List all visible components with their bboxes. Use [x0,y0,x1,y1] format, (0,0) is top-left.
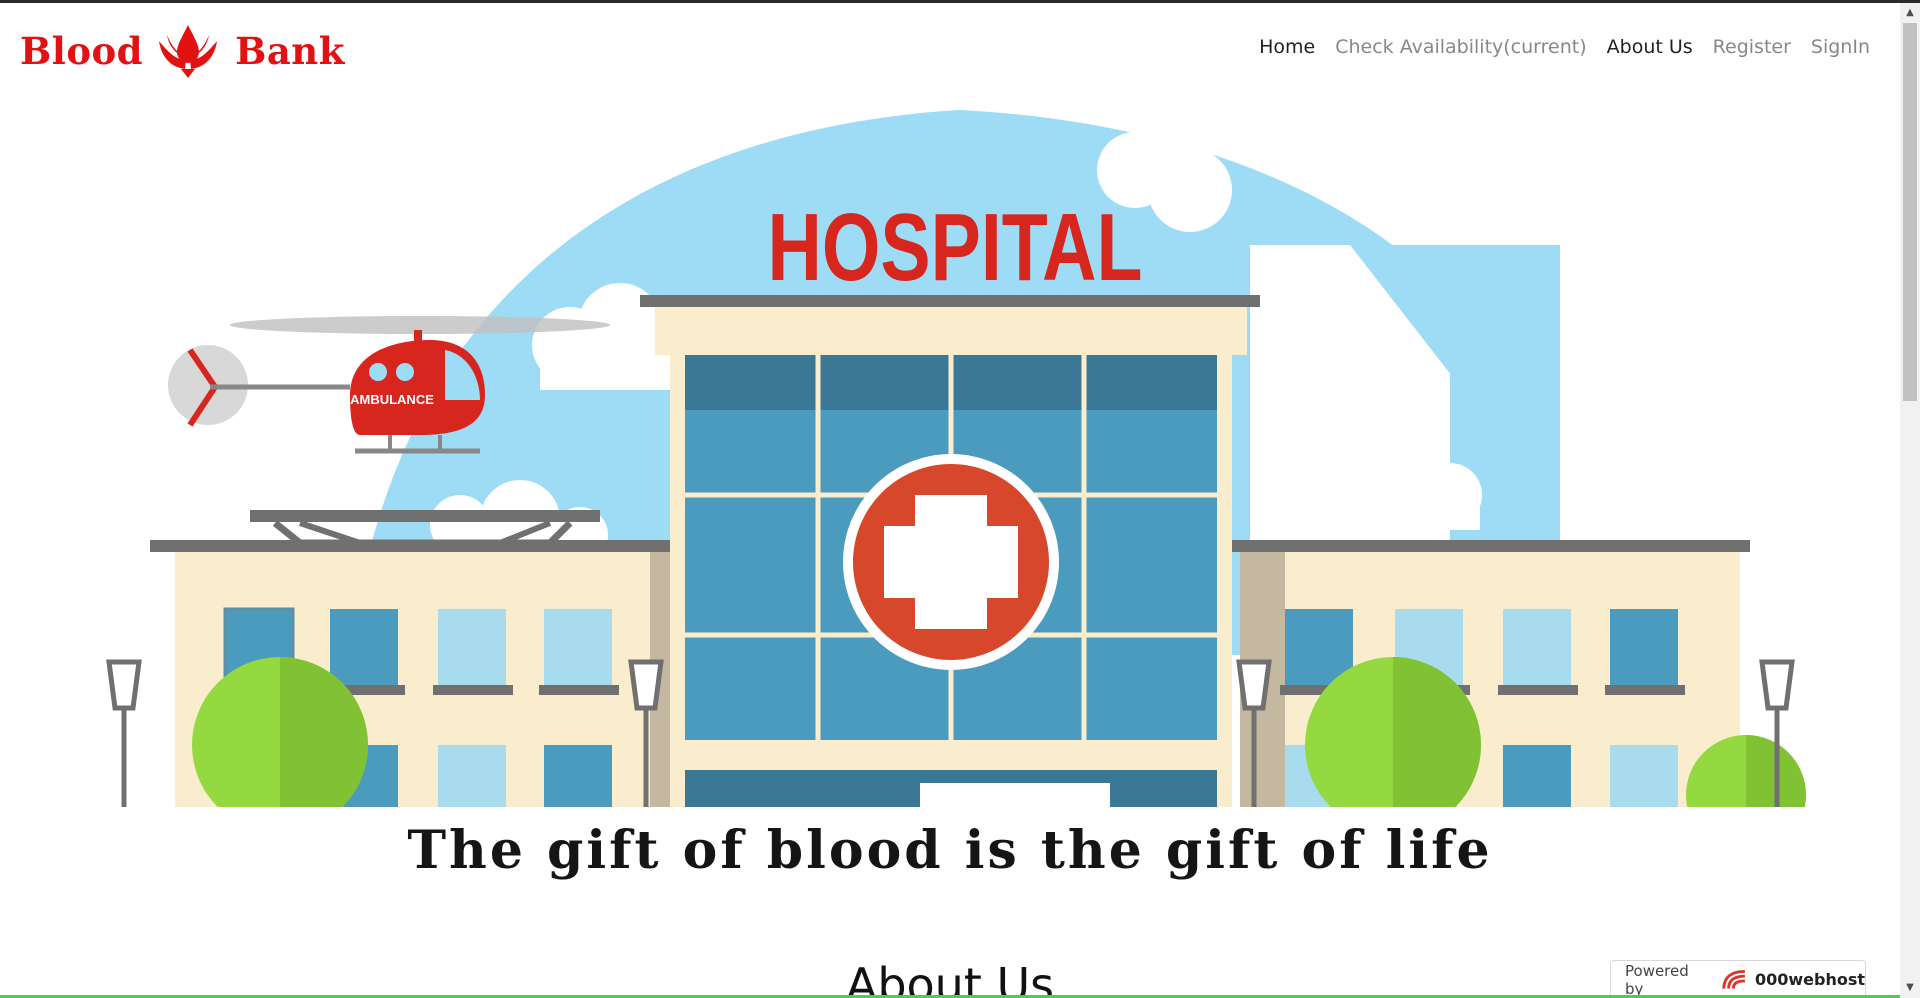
powered-by-badge[interactable]: Powered by 000webhost [1610,960,1866,998]
ambulance-label: AMBULANCE [350,392,434,407]
scrollbar-thumb[interactable] [1903,23,1917,401]
scroll-down-arrow-icon[interactable]: ▼ [1900,978,1920,998]
red-cross-emblem [843,454,1059,670]
nav-check-availability-link[interactable]: Check Availability(current) [1335,36,1586,58]
scroll-up-arrow-icon[interactable]: ▲ [1900,3,1920,23]
000webhost-brand: 000webhost [1754,970,1865,989]
nav-about-us-link[interactable]: About Us [1607,36,1693,58]
navbar: Blood Bank Home Check Availability(curre… [0,3,1900,95]
hospital-illustration: AMBULANCE HOSPITAL [106,110,1806,807]
hero-image: AMBULANCE HOSPITAL [100,95,1820,807]
powered-by-label: Powered by [1625,961,1689,998]
nav-home-link[interactable]: Home [1259,36,1315,58]
hospital-sign: HOSPITAL [768,194,1143,301]
blood-drop-hands-icon [159,25,218,78]
000webhost-logo-icon [1722,969,1746,989]
brand-word-blood: Blood [20,29,144,73]
brand-word-bank: Bank [235,29,345,73]
nav-menu: Home Check Availability(current) About U… [1259,36,1870,58]
vertical-scrollbar[interactable]: ▲ ▼ [1900,3,1920,998]
brand-logo-link[interactable]: Blood Bank [20,23,345,79]
tagline: The gift of blood is the gift of life [407,820,1493,881]
nav-signin-link[interactable]: SignIn [1811,36,1870,58]
nav-register-link[interactable]: Register [1713,36,1791,58]
